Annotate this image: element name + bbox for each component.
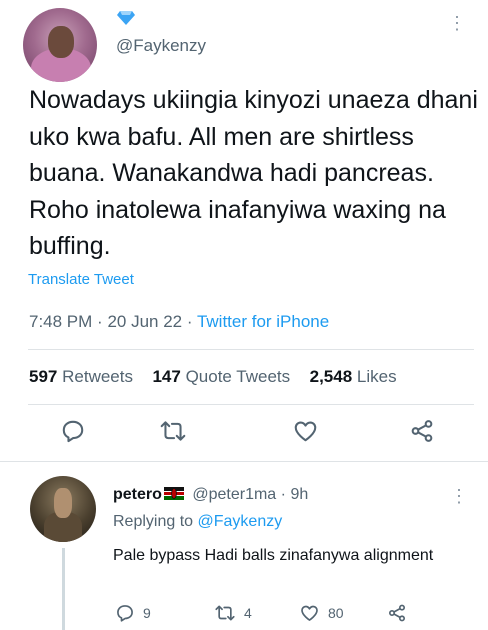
like-icon[interactable] [292,418,319,444]
retweet-icon [214,603,236,623]
reply-author-handle[interactable]: @peter1ma [192,486,276,503]
like-icon [299,603,320,623]
replying-to: Replying to @Faykenzy [113,513,283,530]
divider [28,349,474,350]
reply-retweet-button[interactable]: 4 [214,603,252,623]
retweet-count: 4 [244,605,252,621]
reply-author-name[interactable]: petero [113,486,162,503]
reply-age[interactable]: 9h [290,486,308,503]
reply-author-avatar[interactable] [30,476,96,542]
reply-text: Pale bypass Hadi balls zinafanywa alignm… [113,547,434,564]
tweet-stats: 597 Retweets 147 Quote Tweets 2,548 Like… [29,367,397,387]
translate-tweet-link[interactable]: Translate Tweet [28,271,134,288]
reply-like-button[interactable]: 80 [299,603,344,623]
share-icon[interactable] [387,603,407,623]
replying-to-handle[interactable]: @Faykenzy [198,513,283,530]
retweet-icon[interactable] [159,418,187,444]
divider [28,404,474,405]
reply-count: 9 [143,605,151,621]
author-handle[interactable]: @Faykenzy [116,36,206,56]
tweet-source-link[interactable]: Twitter for iPhone [197,312,329,331]
quote-tweets-stat[interactable]: 147 Quote Tweets [152,367,290,386]
like-count: 80 [328,605,344,621]
reply-reply-button[interactable]: 9 [115,603,151,623]
tweet-metadata: 7:48 PM · 20 Jun 22 · Twitter for iPhone [29,312,330,331]
author-avatar[interactable] [23,8,97,82]
more-options-icon[interactable]: ⋮ [448,14,466,32]
reply-icon[interactable] [60,418,86,444]
reply-icon [115,603,135,623]
retweets-stat[interactable]: 597 Retweets [29,367,133,386]
reply-header: petero @peter1ma · 9h [113,486,309,503]
kenya-flag-icon [163,487,184,500]
tweet-date: 20 Jun 22 [107,312,183,331]
share-icon[interactable] [409,418,435,444]
thread-line [62,548,65,630]
diamond-icon [117,10,135,26]
tweet-text: Nowadays ukiingia kinyozi unaeza dhani u… [29,86,478,260]
more-options-icon[interactable]: ⋮ [450,486,468,507]
divider [0,461,488,462]
likes-stat[interactable]: 2,548 Likes [310,367,397,386]
tweet-time: 7:48 PM [29,312,93,331]
